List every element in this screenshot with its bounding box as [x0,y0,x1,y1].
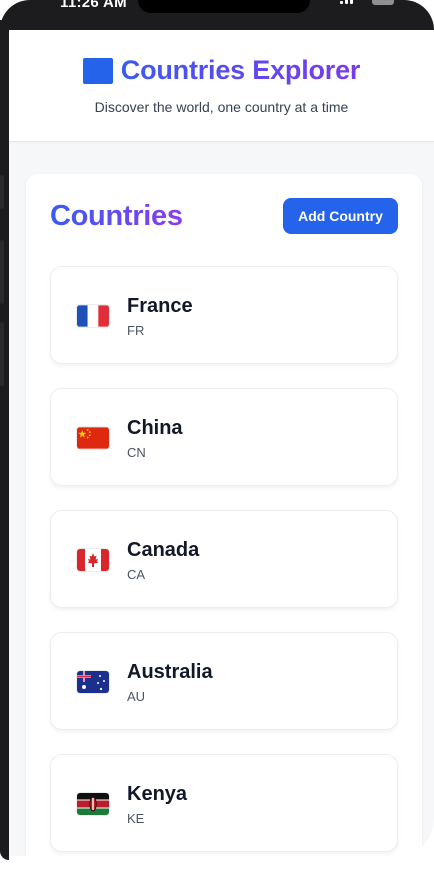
flag-kenya-icon [77,793,109,815]
list-item[interactable]: Kenya KE [50,754,398,852]
country-name: Australia [127,661,213,683]
app-subtitle: Discover the world, one country at a tim… [94,99,349,115]
add-country-button[interactable]: Add Country [283,198,398,234]
section-title: Countries [50,200,183,232]
volume-down-button [0,322,4,386]
map-icon [82,57,113,84]
list-item[interactable]: China CN [50,388,398,486]
frame-edge [0,20,9,860]
country-name: Canada [127,539,200,561]
app-header: Countries Explorer Discover the world, o… [9,30,434,142]
list-item[interactable]: Canada CA [50,510,398,608]
flag-australia-icon [77,671,109,693]
app-title: Countries Explorer [120,55,361,85]
notch [138,0,310,13]
title-row: Countries Explorer [9,55,434,86]
country-code: CA [127,567,146,582]
phone-frame: 11:26 AM Countries Explorer Discover the… [0,0,434,876]
country-name: France [127,295,193,317]
country-code: KE [127,811,145,826]
list-item[interactable]: France FR [50,266,398,364]
flag-china-icon [77,427,109,449]
country-code: AU [127,689,146,704]
flag-france-icon [77,305,109,327]
list-item[interactable]: Australia AU [50,632,398,730]
countries-card: Countries Add Country France FR China CN… [26,174,422,856]
side-button [0,175,4,209]
battery-icon [372,0,394,5]
status-bar: 11:26 AM [0,0,434,30]
country-name: China [127,417,183,439]
status-time: 11:26 AM [60,0,127,11]
app-screen: Countries Explorer Discover the world, o… [9,30,434,856]
flag-canada-icon [77,549,109,571]
country-code: CN [127,445,146,460]
volume-up-button [0,240,4,304]
country-list: France FR China CN Canada CA Australia A… [50,266,398,856]
country-code: FR [127,323,145,338]
country-name: Kenya [127,783,188,805]
